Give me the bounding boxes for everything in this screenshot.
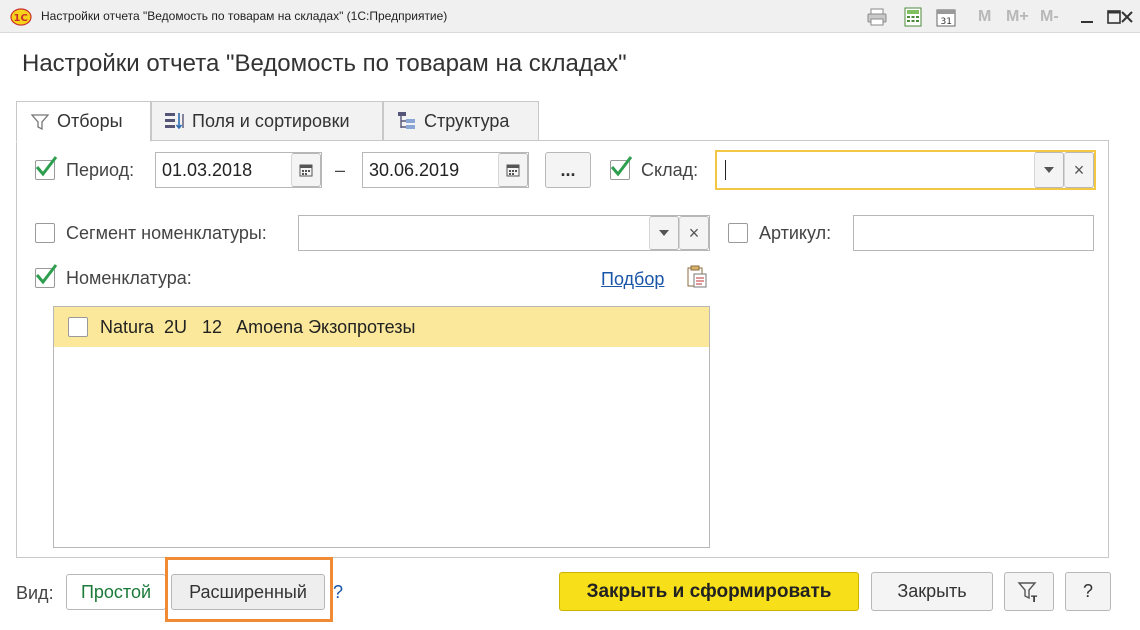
close-and-build-button[interactable]: Закрыть и сформировать: [559, 572, 859, 611]
print-icon[interactable]: [866, 6, 888, 28]
close-icon[interactable]: [1116, 6, 1138, 28]
filter-settings-button[interactable]: T: [1004, 572, 1054, 611]
segment-input[interactable]: ×: [298, 215, 710, 251]
checkmark-icon: [610, 156, 633, 177]
memory-button-m-minus[interactable]: M-: [1040, 6, 1059, 28]
list-item-checkbox[interactable]: [68, 317, 88, 337]
calendar-icon[interactable]: 31: [935, 6, 957, 28]
nomenclature-list[interactable]: Natura 2U 12 Amoena Экзопротезы: [53, 306, 710, 548]
memory-button-m[interactable]: M: [978, 6, 991, 28]
clipboard-icon[interactable]: [686, 265, 708, 289]
view-help-link[interactable]: ?: [333, 582, 343, 603]
tab-fields-sort[interactable]: Поля и сортировки: [151, 101, 383, 141]
minimize-icon[interactable]: [1076, 6, 1098, 28]
period-dash: –: [335, 160, 346, 180]
checkmark-icon: [35, 264, 58, 285]
list-item[interactable]: Natura 2U 12 Amoena Экзопротезы: [54, 307, 709, 347]
segment-label: Сегмент номенклатуры:: [66, 223, 267, 243]
period-from-input[interactable]: 01.03.2018: [155, 152, 322, 188]
highlight-frame: [165, 557, 333, 622]
clear-icon[interactable]: ×: [1064, 152, 1094, 188]
filter-icon: [29, 111, 51, 133]
window-title: Настройки отчета "Ведомость по товарам н…: [41, 9, 448, 23]
warehouse-label: Склад:: [641, 160, 699, 180]
period-to-value: 30.06.2019: [369, 159, 460, 180]
tab-label: Структура: [424, 110, 510, 131]
segment-checkbox[interactable]: [35, 223, 55, 243]
pick-link[interactable]: Подбор: [601, 269, 664, 290]
tab-label: Отборы: [57, 111, 123, 131]
article-input[interactable]: [853, 215, 1094, 251]
svg-text:T: T: [1031, 595, 1038, 604]
svg-text:1C: 1C: [14, 13, 28, 24]
view-label: Вид:: [16, 583, 54, 603]
article-checkbox[interactable]: [728, 223, 748, 243]
page-title: Настройки отчета "Ведомость по товарам н…: [22, 50, 627, 77]
text-cursor: [725, 160, 726, 180]
structure-icon: [396, 110, 418, 132]
period-select-button[interactable]: ...: [545, 152, 591, 188]
close-button[interactable]: Закрыть: [871, 572, 993, 611]
1c-logo-icon: 1C: [10, 8, 32, 26]
article-label: Артикул:: [759, 223, 832, 243]
view-simple-button[interactable]: Простой: [66, 574, 166, 610]
warehouse-input[interactable]: ×: [715, 150, 1096, 190]
calculator-icon[interactable]: [902, 6, 924, 28]
period-label: Период:: [66, 160, 135, 180]
dropdown-arrow-icon[interactable]: [1034, 152, 1064, 188]
tab-filters[interactable]: Отборы: [16, 101, 151, 142]
memory-button-m-plus[interactable]: M+: [1006, 6, 1029, 28]
calendar-picker-icon[interactable]: [498, 153, 528, 187]
help-button[interactable]: ?: [1065, 572, 1111, 611]
period-from-value: 01.03.2018: [162, 159, 253, 180]
period-to-input[interactable]: 30.06.2019: [362, 152, 529, 188]
filter-icon: T: [1017, 581, 1038, 604]
checkmark-icon: [35, 156, 58, 177]
calendar-picker-icon[interactable]: [291, 153, 321, 187]
list-item-text: Natura 2U 12 Amoena Экзопротезы: [100, 316, 416, 337]
tab-label: Поля и сортировки: [192, 110, 350, 131]
tab-structure[interactable]: Структура: [383, 101, 539, 141]
nomenclature-label: Номенклатура:: [66, 268, 192, 288]
fields-sort-icon: [164, 110, 186, 132]
dropdown-arrow-icon[interactable]: [649, 216, 679, 250]
clear-icon[interactable]: ×: [679, 216, 709, 250]
svg-text:31: 31: [941, 17, 952, 27]
